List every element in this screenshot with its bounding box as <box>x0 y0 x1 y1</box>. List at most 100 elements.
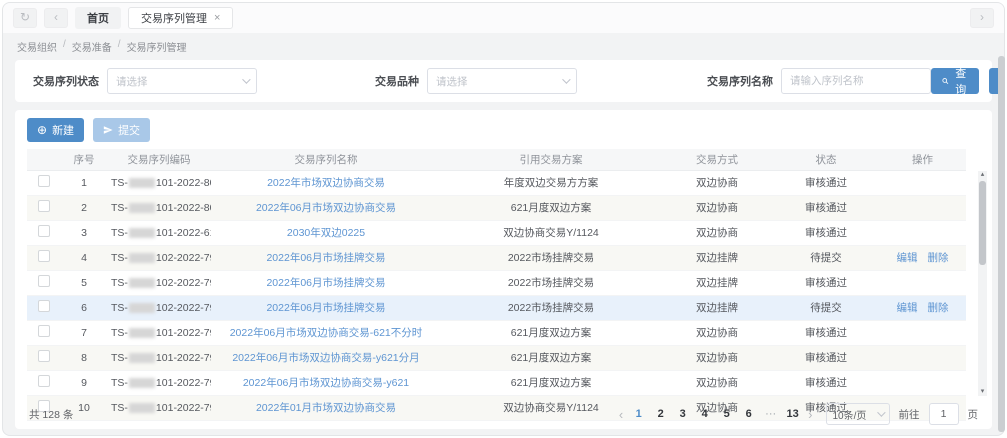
sequence-name-link[interactable]: 2022年06月市场挂牌交易 <box>266 302 385 314</box>
pager-page[interactable]: 5 <box>720 408 733 420</box>
breadcrumb-item[interactable]: 交易准备 <box>72 39 112 54</box>
row-action-link[interactable]: 删除 <box>928 302 949 314</box>
page-size-select[interactable]: 10条/页 <box>826 403 890 425</box>
scheme-cell: 2022市场挂牌交易 <box>441 245 661 270</box>
sequence-name-link[interactable]: 2022年06月市场挂牌交易 <box>266 252 385 264</box>
row-checkbox[interactable] <box>38 175 50 187</box>
status-cell: 审核通过 <box>773 270 879 295</box>
sequence-name-link[interactable]: 2030年双边0225 <box>287 227 365 239</box>
row-checkbox[interactable] <box>38 350 50 362</box>
table-scrollbar[interactable]: ▴ ▾ <box>978 171 987 396</box>
table-row: 4TS-102-2022-79602022年06月市场挂牌交易2022市场挂牌交… <box>27 245 966 270</box>
goto-page-input[interactable] <box>929 403 959 425</box>
pagination: ‹ 123456···13 › 10条/页 前往 页 <box>619 403 978 425</box>
pager-pages: 123456···13 <box>632 408 799 420</box>
sequence-name-link[interactable]: 2022年06月市场双边协商交易 <box>256 202 396 214</box>
table-footer: 共 128 条 ‹ 123456···13 › 10条/页 前往 页 <box>15 399 992 429</box>
method-cell: 双边协商 <box>661 220 773 245</box>
method-cell: 双边协商 <box>661 370 773 395</box>
scheme-cell: 621月度双边方案 <box>441 370 661 395</box>
row-checkbox[interactable] <box>38 275 50 287</box>
row-checkbox-cell <box>27 320 61 345</box>
back-icon[interactable]: ‹ <box>44 8 68 28</box>
table-row: 8TS-101-2022-7949 2022年06月市场双边协商交易-y621分月… <box>27 345 966 370</box>
pager-page[interactable]: 13 <box>786 408 799 420</box>
pager-page[interactable]: 6 <box>742 408 755 420</box>
filter-buttons: 查询 ↻ 重置 <box>931 68 1005 94</box>
page-size-value: 10条/页 <box>833 407 867 422</box>
row-index: 1 <box>61 170 107 195</box>
sequence-name-cell: 2022年06月市场挂牌交易 <box>211 295 441 320</box>
scheme-cell: 621月度双边方案 <box>441 195 661 220</box>
tab-home[interactable]: 首页 <box>75 7 121 29</box>
new-button[interactable]: ⊕ 新建 <box>27 118 84 142</box>
scroll-up-icon[interactable]: ▴ <box>981 171 985 179</box>
status-select[interactable]: 请选择 <box>107 68 257 94</box>
filter-status-label: 交易序列状态 <box>33 73 99 89</box>
row-checkbox[interactable] <box>38 250 50 262</box>
page-scrollbar-thumb[interactable] <box>998 56 1005 432</box>
row-index: 4 <box>61 245 107 270</box>
row-checkbox[interactable] <box>38 200 50 212</box>
variety-select[interactable]: 请选择 <box>427 68 577 94</box>
status-cell: 审核通过 <box>773 370 879 395</box>
row-index: 2 <box>61 195 107 220</box>
close-icon[interactable]: × <box>214 13 220 24</box>
scheme-cell: 2022市场挂牌交易 <box>441 270 661 295</box>
search-icon <box>942 76 949 86</box>
row-checkbox[interactable] <box>38 375 50 387</box>
sequence-name-input[interactable] <box>781 68 931 94</box>
actions-cell <box>879 345 966 370</box>
row-checkbox[interactable] <box>38 225 50 237</box>
row-index: 3 <box>61 220 107 245</box>
breadcrumb-separator: / <box>63 39 66 54</box>
scroll-down-icon[interactable]: ▾ <box>981 388 985 396</box>
submit-button[interactable]: 提交 <box>93 118 150 142</box>
tab-sequence-management[interactable]: 交易序列管理 × <box>128 7 233 29</box>
refresh-icon[interactable]: ↻ <box>13 8 37 28</box>
sequence-code: TS-102-2022-7958 <box>107 295 211 320</box>
sequence-name-link[interactable]: 2022年06月市场挂牌交易 <box>266 277 385 289</box>
sequence-name-link[interactable]: 2022年06月市场双边协商交易-y621 <box>243 377 409 389</box>
row-checkbox[interactable] <box>38 300 50 312</box>
row-checkbox-cell <box>27 270 61 295</box>
sequence-code: TS-101-2022-6172 <box>107 220 211 245</box>
breadcrumb-item[interactable]: 交易组织 <box>17 39 57 54</box>
sequence-code: TS-101-2022-7949 <box>107 345 211 370</box>
prev-page-icon[interactable]: ‹ <box>619 407 623 422</box>
redacted-code-segment <box>129 178 155 188</box>
next-page-icon[interactable]: › <box>808 407 812 422</box>
row-checkbox[interactable] <box>38 325 50 337</box>
redacted-code-segment <box>129 303 155 313</box>
pager-page[interactable]: 4 <box>698 408 711 420</box>
sequence-name-link[interactable]: 2022年06月市场双边协商交易-621不分时 <box>230 327 423 339</box>
actions-cell <box>879 170 966 195</box>
goto-label: 前往 <box>899 407 920 422</box>
forward-icon[interactable]: › <box>970 8 994 28</box>
pager-page[interactable]: 3 <box>676 408 689 420</box>
tab-home-label: 首页 <box>87 10 109 26</box>
scrollbar-thumb[interactable] <box>979 181 986 265</box>
row-checkbox-cell <box>27 195 61 220</box>
row-action-link[interactable]: 编辑 <box>897 252 918 264</box>
table-toolbar: ⊕ 新建 提交 <box>27 118 980 142</box>
row-index: 5 <box>61 270 107 295</box>
table-card: ⊕ 新建 提交 序号 交易序列编码 交易序列名称 引用交易方案 交易 <box>15 110 992 429</box>
actions-cell <box>879 320 966 345</box>
row-index: 9 <box>61 370 107 395</box>
sequence-code: TS-101-2022-8078 <box>107 195 211 220</box>
row-action-link[interactable]: 删除 <box>928 252 949 264</box>
header-checkbox-cell <box>27 149 61 170</box>
row-action-link[interactable]: 编辑 <box>897 302 918 314</box>
table-row: 9TS-101-2022-79482022年06月市场双边协商交易-y62162… <box>27 370 966 395</box>
sequence-code: TS-102-2022-7959 <box>107 270 211 295</box>
row-index: 7 <box>61 320 107 345</box>
row-index: 8 <box>61 345 107 370</box>
sequence-name-link[interactable]: 2022年06月市场双边协商交易-y621分月 <box>232 352 419 364</box>
pager-page[interactable]: 1 <box>632 408 645 420</box>
sequence-name-link[interactable]: 2022年市场双边协商交易 <box>267 177 385 189</box>
pager-page[interactable]: 2 <box>654 408 667 420</box>
search-button[interactable]: 查询 <box>931 68 979 94</box>
breadcrumb-item-current: 交易序列管理 <box>127 39 187 54</box>
method-cell: 双边协商 <box>661 195 773 220</box>
